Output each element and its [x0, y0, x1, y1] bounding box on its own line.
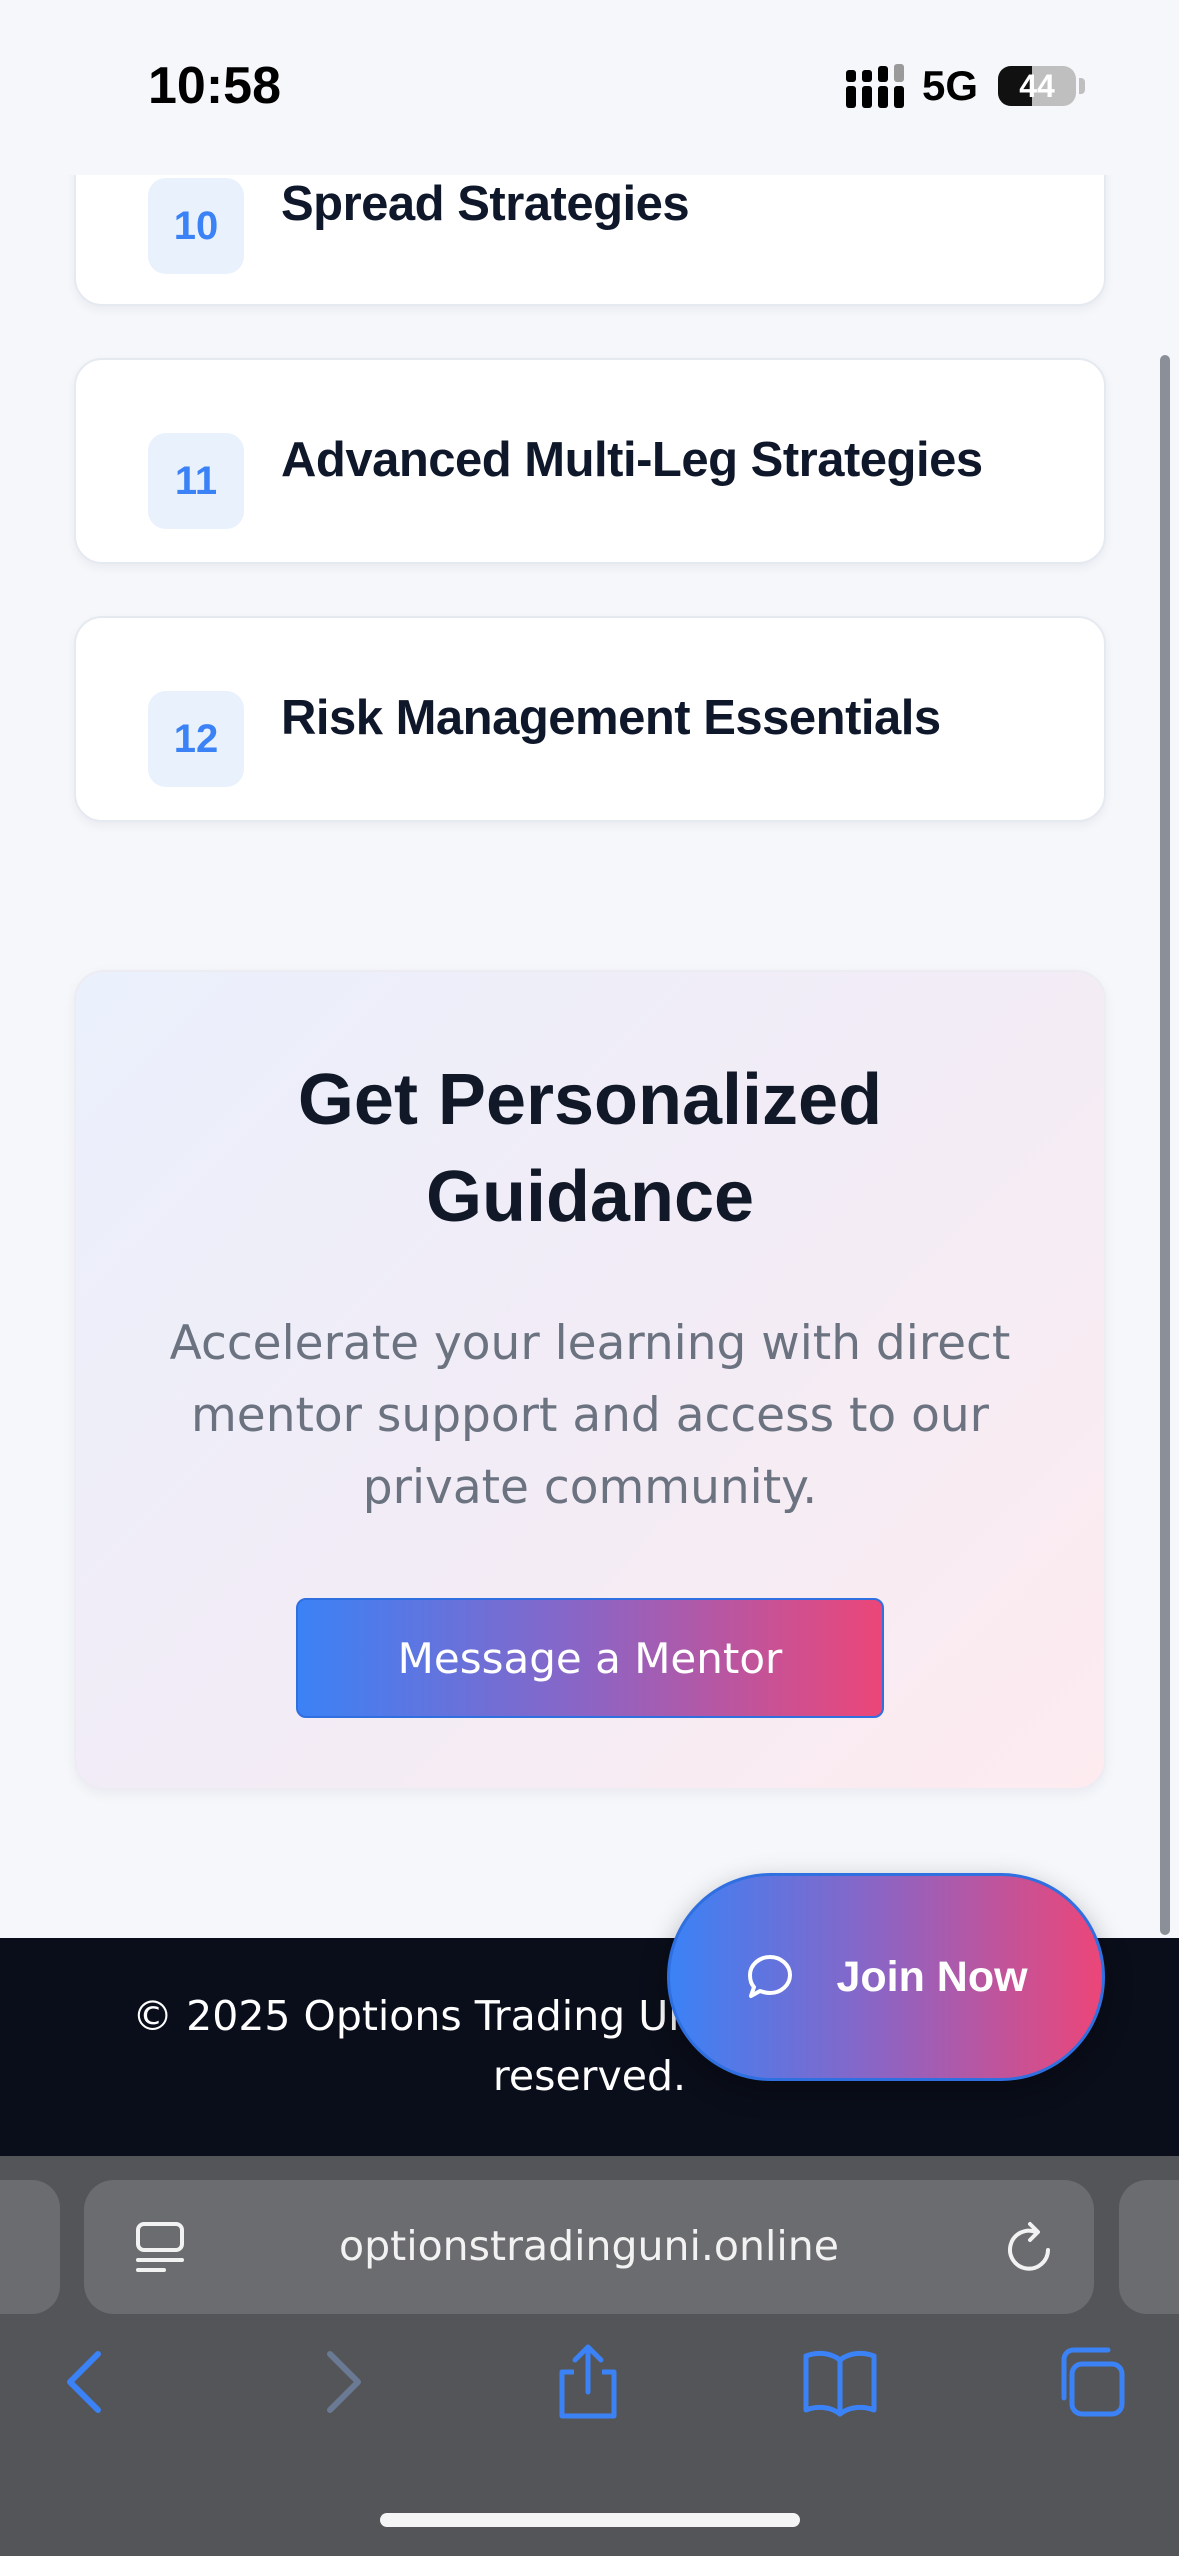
tabs-icon[interactable]	[1050, 2342, 1130, 2422]
reload-icon[interactable]	[1002, 2218, 1058, 2278]
home-indicator[interactable]	[380, 2513, 800, 2527]
previous-tab-preview[interactable]	[0, 2180, 60, 2314]
chat-bubble-icon	[748, 1955, 793, 1998]
module-title: Spread Strategies	[281, 177, 690, 231]
battery-nub	[1079, 78, 1085, 94]
module-number-badge: 10	[148, 178, 244, 274]
guidance-section: Get Personalized Guidance Accelerate you…	[74, 970, 1106, 1790]
join-now-button[interactable]: Join Now	[667, 1873, 1105, 2081]
module-number-badge: 11	[148, 433, 244, 529]
status-time: 10:58	[148, 57, 281, 115]
message-mentor-button[interactable]: Message a Mentor	[296, 1598, 884, 1718]
guidance-description: Accelerate your learning with direct men…	[169, 1316, 1011, 1515]
battery-icon: 44	[998, 66, 1076, 106]
forward-icon	[327, 2351, 361, 2413]
module-title: Advanced Multi-Leg Strategies	[281, 433, 983, 487]
module-card[interactable]: 12 Risk Management Essentials	[74, 616, 1106, 822]
bookmarks-icon[interactable]	[800, 2342, 880, 2422]
page-scrollbar[interactable]	[1160, 355, 1170, 1935]
next-tab-preview[interactable]	[1119, 2180, 1179, 2314]
module-title: Risk Management Essentials	[281, 691, 941, 745]
address-bar[interactable]: optionstradinguni.online	[84, 2180, 1094, 2314]
cellular-signal-icon	[846, 64, 904, 108]
join-now-label: Join Now	[836, 1952, 1028, 2001]
battery-percent: 44	[1019, 68, 1055, 104]
back-icon[interactable]	[46, 2342, 126, 2422]
module-card[interactable]: 11 Advanced Multi-Leg Strategies	[74, 358, 1106, 564]
network-type: 5G	[922, 62, 979, 109]
share-icon[interactable]	[548, 2342, 628, 2422]
status-bar: 10:58 5G 44	[0, 0, 1179, 175]
module-number-badge: 12	[148, 691, 244, 787]
guidance-title: Get Personalized Guidance	[297, 1060, 883, 1237]
url-text: optionstradinguni.online	[339, 2222, 839, 2270]
